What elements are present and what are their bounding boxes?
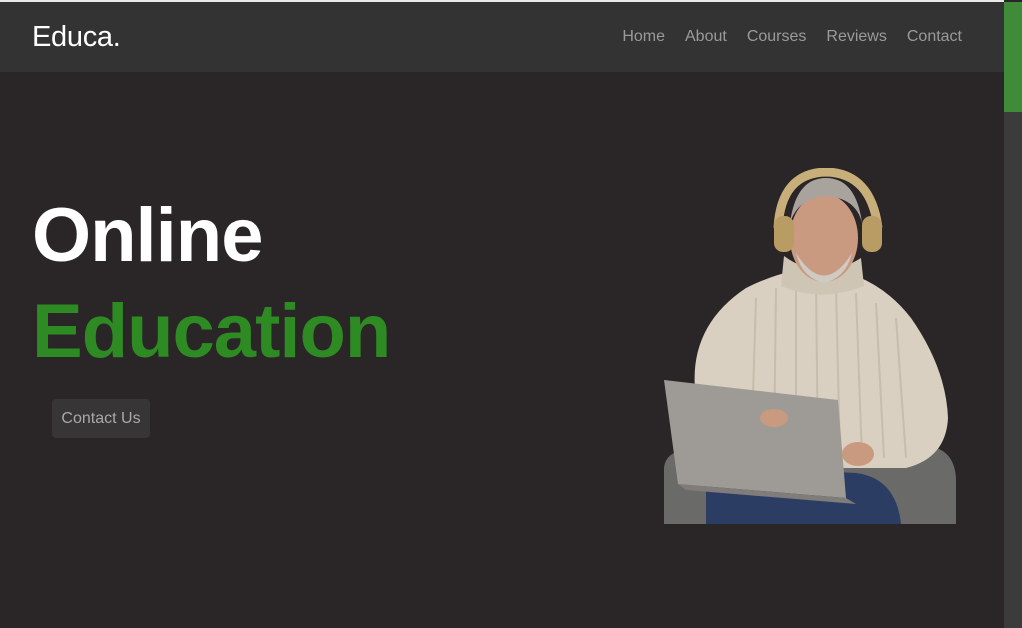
nav-link-home[interactable]: Home xyxy=(622,28,665,46)
nav-link-about[interactable]: About xyxy=(685,28,727,46)
navbar: Educa. Home About Courses Reviews Contac… xyxy=(0,2,1004,72)
nav-link-contact[interactable]: Contact xyxy=(907,28,962,46)
brand-logo[interactable]: Educa. xyxy=(32,21,121,54)
nav-link-reviews[interactable]: Reviews xyxy=(826,28,886,46)
nav-link-courses[interactable]: Courses xyxy=(747,28,807,46)
hero-title-online: Online xyxy=(32,193,263,278)
contact-us-button[interactable]: Contact Us xyxy=(52,399,150,438)
scrollbar-thumb[interactable] xyxy=(1004,2,1022,112)
hero-image xyxy=(664,168,956,524)
hero-title-education: Education xyxy=(32,289,391,374)
main-nav: Home About Courses Reviews Contact xyxy=(622,28,962,46)
